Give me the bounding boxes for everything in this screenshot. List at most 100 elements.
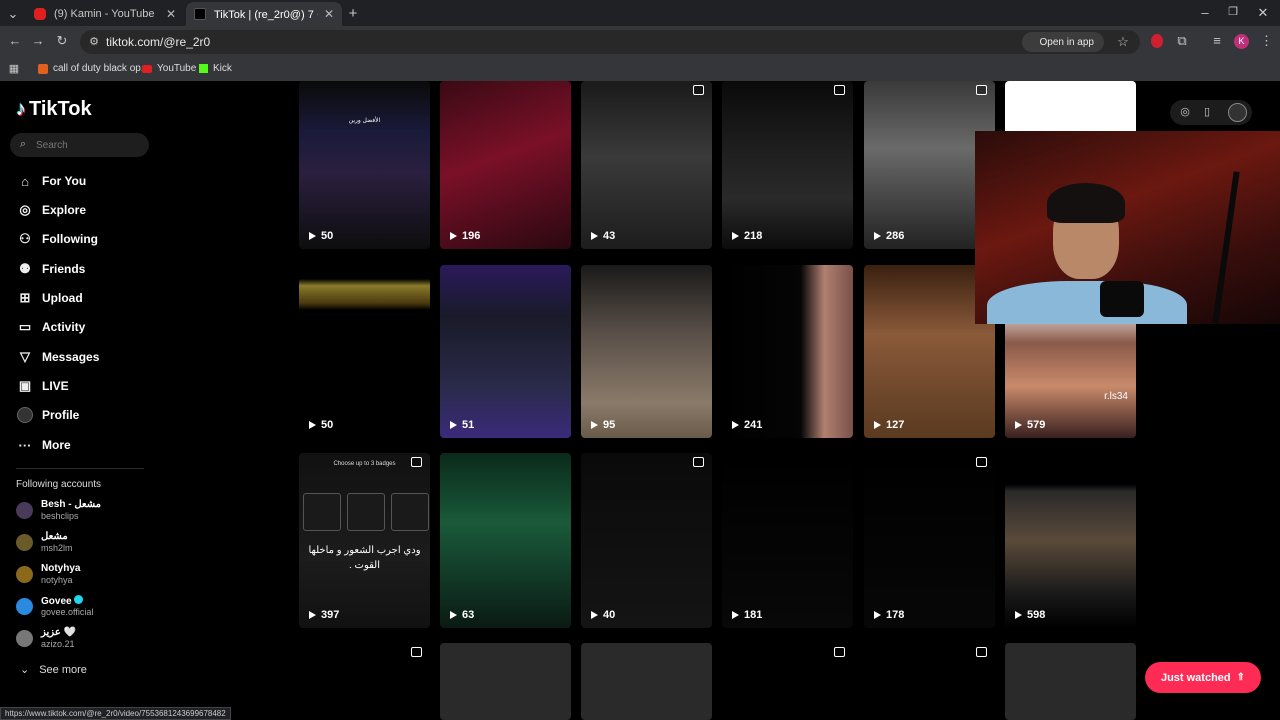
bookmark-label: YouTube bbox=[157, 63, 197, 74]
bookmark-item[interactable]: Kick bbox=[199, 63, 232, 74]
following-account[interactable]: مشعل msh2lm bbox=[16, 530, 156, 556]
site-info-icon[interactable]: ⚙ bbox=[88, 35, 100, 48]
nav-for-you[interactable]: ⌂ For You bbox=[16, 172, 86, 190]
following-account[interactable]: Notyhya notyhya bbox=[16, 562, 156, 588]
address-bar[interactable]: ⚙ tiktok.com/@re_2r0 Open in app ☆ bbox=[80, 30, 1140, 54]
nav-upload[interactable]: ⊞ Upload bbox=[16, 289, 83, 307]
nav-label: Upload bbox=[42, 291, 83, 305]
extension-red-icon[interactable] bbox=[1151, 34, 1163, 48]
badge-box bbox=[303, 493, 341, 531]
play-icon bbox=[874, 232, 881, 240]
webcam-mic-arm bbox=[1212, 171, 1240, 324]
video-thumbnail[interactable] bbox=[864, 643, 995, 720]
photo-post-icon bbox=[976, 85, 987, 95]
tiktok-logo[interactable]: ♪ TikTok bbox=[16, 98, 92, 121]
search-icon: ⌕ bbox=[19, 138, 27, 150]
nav-live[interactable]: ▣ LIVE bbox=[16, 377, 69, 395]
nav-profile[interactable]: Profile bbox=[16, 406, 79, 424]
video-thumbnail[interactable]: 43 bbox=[581, 81, 712, 249]
account-name: مشعل bbox=[41, 531, 68, 542]
following-account[interactable]: Govee govee.official bbox=[16, 594, 156, 620]
verified-badge-icon bbox=[74, 595, 84, 604]
play-icon bbox=[874, 421, 881, 429]
video-thumbnail[interactable]: 196 bbox=[440, 81, 571, 249]
video-thumbnail[interactable]: 241 bbox=[722, 265, 853, 438]
apps-grid-icon[interactable]: ▦ bbox=[8, 62, 20, 75]
nav-label: Messages bbox=[42, 350, 100, 364]
minimize-icon[interactable]: – bbox=[1198, 5, 1212, 20]
play-icon bbox=[732, 421, 739, 429]
photo-post-icon bbox=[834, 85, 845, 95]
double-chevron-up-icon: ⇑ bbox=[1236, 672, 1246, 683]
video-caption: r.ls34 bbox=[1104, 391, 1128, 402]
media-controls-icon[interactable]: ≡ bbox=[1210, 33, 1224, 48]
video-thumbnail[interactable]: 218 bbox=[722, 81, 853, 249]
video-thumbnail[interactable]: 40 bbox=[581, 453, 712, 628]
open-in-app-label: Open in app bbox=[1039, 36, 1095, 48]
just-watched-button[interactable]: Just watched ⇑ bbox=[1145, 662, 1261, 693]
close-tab-icon[interactable]: ✕ bbox=[166, 7, 176, 21]
bookmark-item[interactable]: call of duty black op... bbox=[38, 63, 149, 74]
nav-friends[interactable]: ⚉ Friends bbox=[16, 260, 85, 278]
bookmark-item[interactable]: YouTube bbox=[142, 63, 196, 74]
following-account[interactable]: عزيز 🤍 azizo.21 bbox=[16, 626, 156, 652]
compass-icon[interactable]: ◎ bbox=[1178, 105, 1192, 118]
badge-box bbox=[347, 493, 385, 531]
play-icon bbox=[732, 611, 739, 619]
video-thumbnail[interactable]: 178 bbox=[864, 453, 995, 628]
view-count: 40 bbox=[591, 609, 615, 621]
url-text: tiktok.com/@re_2r0 bbox=[106, 35, 211, 49]
tab-youtube[interactable]: (9) Kamin - YouTube ✕ bbox=[26, 2, 184, 26]
phone-icon[interactable]: ▯ bbox=[1200, 105, 1214, 118]
tab-search-icon[interactable]: ⌄ bbox=[6, 6, 20, 22]
video-thumbnail[interactable]: 63 bbox=[440, 453, 571, 628]
kick-icon bbox=[199, 64, 208, 73]
close-window-icon[interactable]: ✕ bbox=[1256, 5, 1270, 21]
close-tab-icon[interactable]: ✕ bbox=[324, 7, 334, 21]
tab-strip: ⌄ (9) Kamin - YouTube ✕ TikTok | (re_2r0… bbox=[0, 0, 1280, 26]
photo-post-icon bbox=[693, 457, 704, 467]
just-watched-label: Just watched bbox=[1160, 671, 1231, 684]
avatar-icon[interactable] bbox=[1228, 103, 1247, 122]
browser-menu-icon[interactable]: ⋮ bbox=[1260, 33, 1273, 49]
video-thumbnail[interactable]: 397 Choose up to 3 badges ودي اجرب الشعور … bbox=[299, 453, 430, 628]
back-icon[interactable]: ← bbox=[8, 33, 22, 48]
tab-tiktok[interactable]: TikTok | (re_2r0@) 7 رتاج ✕ bbox=[186, 2, 342, 26]
new-tab-icon[interactable]: + bbox=[346, 5, 360, 22]
nav-explore[interactable]: ◎ Explore bbox=[16, 201, 86, 219]
play-icon bbox=[1015, 611, 1022, 619]
profile-avatar[interactable]: K bbox=[1234, 34, 1249, 49]
video-thumbnail[interactable] bbox=[581, 643, 712, 720]
forward-icon[interactable]: → bbox=[31, 33, 45, 48]
video-thumbnail[interactable] bbox=[299, 643, 430, 720]
play-icon bbox=[591, 611, 598, 619]
view-count: 218 bbox=[732, 230, 762, 242]
bookmark-star-icon[interactable]: ☆ bbox=[1116, 34, 1130, 50]
video-thumbnail[interactable]: 50 bbox=[299, 265, 430, 438]
play-icon bbox=[450, 611, 457, 619]
nav-activity[interactable]: ▭ Activity bbox=[16, 318, 86, 336]
restore-icon[interactable]: ❐ bbox=[1226, 5, 1240, 18]
compass-icon: ◎ bbox=[19, 202, 31, 217]
video-thumbnail[interactable]: 181 bbox=[722, 453, 853, 628]
nav-more[interactable]: ··· More bbox=[16, 436, 71, 454]
video-thumbnail[interactable] bbox=[722, 643, 853, 720]
bookmark-favicon bbox=[38, 63, 48, 74]
nav-following[interactable]: ⚇ Following bbox=[16, 230, 98, 248]
reload-icon[interactable]: ↻ bbox=[55, 33, 69, 49]
open-in-app-button[interactable]: Open in app bbox=[1021, 32, 1104, 52]
extensions-icon[interactable]: ⧉ bbox=[1175, 33, 1189, 49]
search-input[interactable]: ⌕ Search bbox=[10, 133, 149, 157]
video-thumbnail[interactable]: 50 الأفضل ورين bbox=[299, 81, 430, 249]
home-icon: ⌂ bbox=[21, 173, 29, 189]
video-thumbnail[interactable] bbox=[1005, 643, 1136, 720]
video-thumbnail[interactable]: 95 bbox=[581, 265, 712, 438]
messages-icon: ▽ bbox=[20, 349, 30, 364]
video-thumbnail[interactable]: 598 bbox=[1005, 453, 1136, 628]
video-thumbnail[interactable] bbox=[440, 643, 571, 720]
video-thumbnail[interactable]: 51 bbox=[440, 265, 571, 438]
see-more-button[interactable]: ⌄ See more bbox=[20, 663, 87, 676]
view-count: 196 bbox=[450, 230, 480, 242]
following-account[interactable]: Besh - مشعل beshclips bbox=[16, 498, 156, 524]
nav-messages[interactable]: ▽ Messages bbox=[16, 348, 99, 366]
